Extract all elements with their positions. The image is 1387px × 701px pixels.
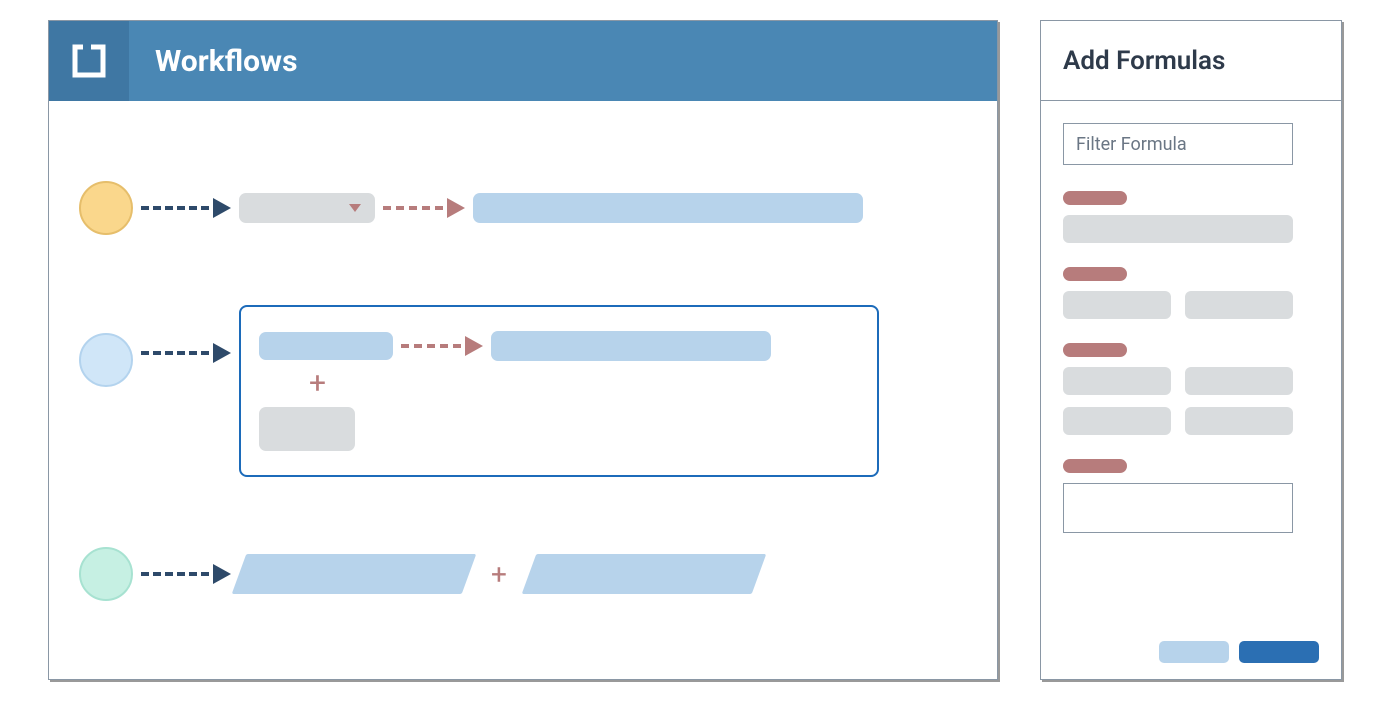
- selected-step-group[interactable]: +: [239, 305, 879, 477]
- caret-down-icon: [349, 204, 361, 212]
- action-step[interactable]: [473, 193, 863, 223]
- workflows-panel: Workflows: [48, 20, 998, 680]
- formula-option[interactable]: [1063, 215, 1293, 243]
- workflow-row-1[interactable]: [79, 181, 947, 235]
- formula-option[interactable]: [1185, 367, 1293, 395]
- filter-formula-input[interactable]: [1063, 123, 1293, 165]
- workflow-row-3[interactable]: +: [79, 547, 947, 601]
- formula-option[interactable]: [1063, 407, 1171, 435]
- section-label-2: [1063, 267, 1127, 281]
- option-row: [1063, 215, 1319, 243]
- add-formulas-panel: Add Formulas: [1040, 20, 1342, 680]
- option-row: [1063, 367, 1319, 395]
- dialog-buttons: [1063, 641, 1319, 663]
- formula-option[interactable]: [1185, 407, 1293, 435]
- formula-option[interactable]: [1063, 291, 1171, 319]
- section-label-1: [1063, 191, 1127, 205]
- sidepanel-title: Add Formulas: [1063, 46, 1225, 76]
- option-row: [1063, 407, 1319, 435]
- placeholder-step[interactable]: [259, 407, 355, 451]
- workflows-header: Workflows: [49, 21, 997, 101]
- formula-option[interactable]: [1185, 291, 1293, 319]
- step-a[interactable]: [259, 332, 393, 360]
- plus-icon[interactable]: +: [491, 558, 507, 591]
- dropdown-step[interactable]: [239, 193, 375, 223]
- workflow-row-2[interactable]: +: [79, 305, 947, 477]
- option-row: [1063, 291, 1319, 319]
- start-node-3[interactable]: [79, 547, 133, 601]
- app-logo-icon: [49, 21, 129, 101]
- section-label-4: [1063, 459, 1127, 473]
- arrow-icon: [141, 564, 231, 584]
- transform-step-2[interactable]: [522, 554, 767, 594]
- transform-step-1[interactable]: [232, 554, 477, 594]
- start-node-1[interactable]: [79, 181, 133, 235]
- cancel-button[interactable]: [1159, 641, 1229, 663]
- page-title: Workflows: [155, 44, 298, 79]
- plus-icon[interactable]: +: [309, 369, 847, 399]
- formula-name-input[interactable]: [1063, 483, 1293, 533]
- start-node-2[interactable]: [79, 333, 133, 387]
- arrow-icon: [141, 198, 231, 218]
- formula-option[interactable]: [1063, 367, 1171, 395]
- section-label-3: [1063, 343, 1127, 357]
- step-b[interactable]: [491, 331, 771, 361]
- arrow-icon: [383, 198, 465, 218]
- confirm-button[interactable]: [1239, 641, 1319, 663]
- arrow-icon: [141, 343, 231, 363]
- arrow-icon: [401, 336, 483, 356]
- workflow-canvas[interactable]: + +: [49, 101, 997, 679]
- sidepanel-header: Add Formulas: [1041, 21, 1341, 101]
